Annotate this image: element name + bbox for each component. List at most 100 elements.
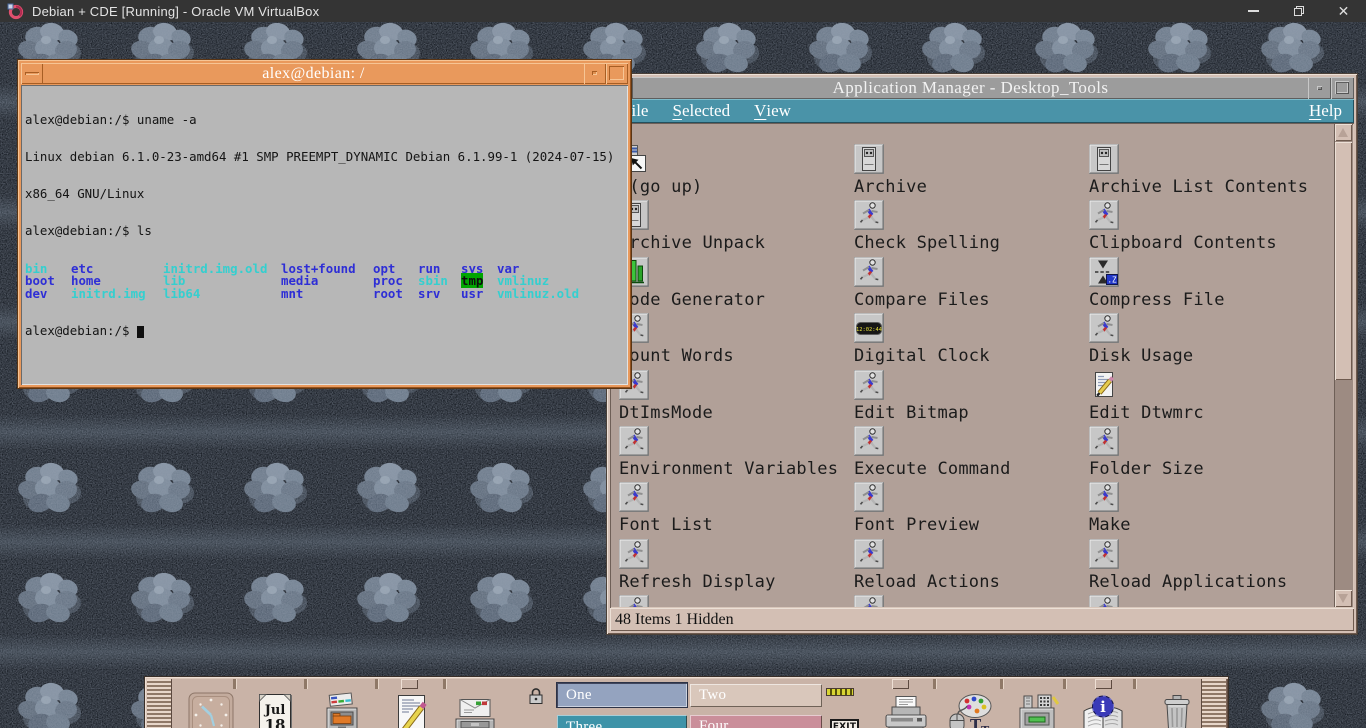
- action-icon: [854, 482, 884, 513]
- workspace-button-four[interactable]: Four: [690, 715, 822, 728]
- app-item-code-generator[interactable]: Code Generator: [619, 256, 854, 313]
- workspace-button-one[interactable]: One: [557, 683, 687, 707]
- app-item-edit-bitmap[interactable]: Edit Bitmap: [854, 369, 1089, 426]
- virtualbox-window: Debian + CDE [Running] - Oracle VM Virtu…: [0, 0, 1366, 728]
- app-item-archive-unpack[interactable]: Archive Unpack: [619, 200, 854, 256]
- app-item-refresh-display[interactable]: Refresh Display: [619, 538, 854, 595]
- workspace-label: Two: [699, 687, 727, 703]
- app-item-clipboard-contents[interactable]: Clipboard Contents: [1089, 200, 1323, 256]
- lock-display-button[interactable]: [526, 686, 546, 711]
- app-item-dtimsmode[interactable]: DtImsMode: [619, 369, 854, 426]
- restore-icon: [1293, 6, 1304, 16]
- calendar-button[interactable]: Jul 18: [248, 690, 304, 728]
- app-item-partial[interactable]: [619, 595, 854, 607]
- app-item-digital-clock[interactable]: 12:02:44 Digital Clock: [854, 313, 1089, 369]
- scroll-down-button[interactable]: [1335, 590, 1352, 607]
- minimize-button[interactable]: [1308, 77, 1331, 99]
- app-item-font-preview[interactable]: Font Preview: [854, 482, 1089, 538]
- file-entry-root: root: [373, 285, 403, 301]
- action-icon: [854, 369, 884, 400]
- app-item-partial[interactable]: [1089, 595, 1323, 607]
- vm-window-title: Debian + CDE [Running] - Oracle VM Virtu…: [32, 3, 320, 19]
- application-icon-grid: .(go up) Archive Archive List Contents A…: [611, 124, 1323, 607]
- maximize-icon: [1335, 81, 1349, 94]
- panel-separator: [1063, 679, 1066, 689]
- help-button[interactable]: i: [1075, 690, 1131, 728]
- terminal-screen[interactable]: alex@debian:/$ uname -a Linux debian 6.1…: [21, 85, 628, 385]
- application-manager-button[interactable]: [1009, 690, 1065, 728]
- app-item-environment-variables[interactable]: Environment Variables: [619, 425, 854, 482]
- exit-button[interactable]: EXIT: [830, 719, 859, 728]
- menu-help[interactable]: Help: [1297, 99, 1354, 123]
- minimize-button[interactable]: [584, 63, 606, 84]
- app-item-check-spelling[interactable]: Check Spelling: [854, 200, 1089, 256]
- app-item-execute-command[interactable]: Execute Command: [854, 425, 1089, 482]
- mail-button[interactable]: [447, 690, 503, 728]
- app-item-label: Count Words: [619, 346, 734, 367]
- clock-button[interactable]: [183, 690, 239, 728]
- action-icon: [854, 200, 884, 231]
- app-item-edit-dtwmrc[interactable]: Edit Dtwmrc: [1089, 370, 1323, 426]
- action-icon: [854, 595, 884, 607]
- app-item-disk-usage[interactable]: Disk Usage: [1089, 313, 1323, 369]
- cde-front-panel: Jul 18 One Two Three Four EXIT T i: [145, 677, 1228, 728]
- scroll-up-button[interactable]: [1335, 124, 1352, 141]
- vm-close-button[interactable]: ✕: [1321, 0, 1366, 22]
- action-icon: [619, 595, 649, 607]
- menu-selected[interactable]: Selected: [660, 99, 742, 123]
- svg-text:.Z: .Z: [1107, 275, 1117, 284]
- status-bar: 48 Items 1 Hidden: [610, 608, 1354, 631]
- workspace-button-three[interactable]: Three: [557, 715, 687, 728]
- panel-separator: [443, 679, 446, 689]
- arrow-up-icon: [1338, 128, 1348, 137]
- panel-handle-left[interactable]: [147, 679, 172, 728]
- app-item-make[interactable]: Make: [1089, 482, 1323, 538]
- action-icon: [1089, 538, 1119, 569]
- app-item-archive-list-contents[interactable]: Archive List Contents: [1089, 144, 1323, 200]
- action-icon: [619, 538, 649, 569]
- maximize-button[interactable]: [1331, 77, 1354, 99]
- terminal-titlebar[interactable]: alex@debian: /: [21, 63, 628, 84]
- vm-minimize-button[interactable]: [1231, 0, 1276, 22]
- app-item-label: Code Generator: [619, 289, 766, 310]
- printer-button[interactable]: [878, 690, 934, 728]
- window-menu-button[interactable]: [21, 63, 43, 84]
- trash-button[interactable]: [1149, 690, 1205, 728]
- app-item-partial[interactable]: [854, 595, 1089, 607]
- maximize-button[interactable]: [606, 63, 628, 84]
- action-icon: [1089, 313, 1119, 344]
- app-item-folder-size[interactable]: Folder Size: [1089, 425, 1323, 482]
- app-item-compress-file[interactable]: .Z Compress File: [1089, 256, 1323, 313]
- app-item-reload-applications[interactable]: Reload Applications: [1089, 538, 1323, 595]
- subpanel-arrow-text-editor[interactable]: [401, 679, 418, 689]
- app-item-font-list[interactable]: Font List: [619, 482, 854, 538]
- action-icon: [1089, 482, 1119, 513]
- svg-text:T: T: [981, 724, 990, 728]
- workspace-label: Three: [566, 718, 603, 728]
- app-item-compare-files[interactable]: Compare Files: [854, 256, 1089, 313]
- scrollbar-thumb[interactable]: [1335, 142, 1352, 380]
- action-icon: [619, 482, 649, 513]
- app-item-go-up[interactable]: .(go up): [619, 144, 854, 200]
- menu-view[interactable]: View: [742, 99, 803, 123]
- vm-restore-button[interactable]: [1276, 0, 1321, 22]
- app-item-reload-actions[interactable]: Reload Actions: [854, 538, 1089, 595]
- style-manager-icon: T T: [949, 694, 992, 728]
- panel-separator: [933, 679, 936, 689]
- subpanel-arrow-printer[interactable]: [892, 679, 909, 689]
- file-manager-button[interactable]: [314, 690, 370, 728]
- application-manager-titlebar[interactable]: Application Manager - Desktop_Tools: [610, 77, 1354, 99]
- app-item-count-words[interactable]: Count Words: [619, 313, 854, 369]
- subpanel-arrow-help[interactable]: [1095, 679, 1112, 689]
- mail-icon: [455, 699, 495, 728]
- workspace-button-two[interactable]: Two: [690, 684, 822, 707]
- file-entry-usr: usr: [461, 285, 484, 301]
- style-manager-button[interactable]: T T: [941, 690, 997, 728]
- vm-titlebar[interactable]: Debian + CDE [Running] - Oracle VM Virtu…: [0, 0, 1366, 22]
- app-item-label: .(go up): [619, 177, 703, 197]
- app-item-label: Archive List Contents: [1089, 177, 1309, 197]
- text-editor-button[interactable]: [383, 690, 439, 728]
- workspace-label: Four: [699, 718, 729, 728]
- app-item-archive[interactable]: Archive: [854, 144, 1089, 200]
- action-icon: [1089, 595, 1119, 607]
